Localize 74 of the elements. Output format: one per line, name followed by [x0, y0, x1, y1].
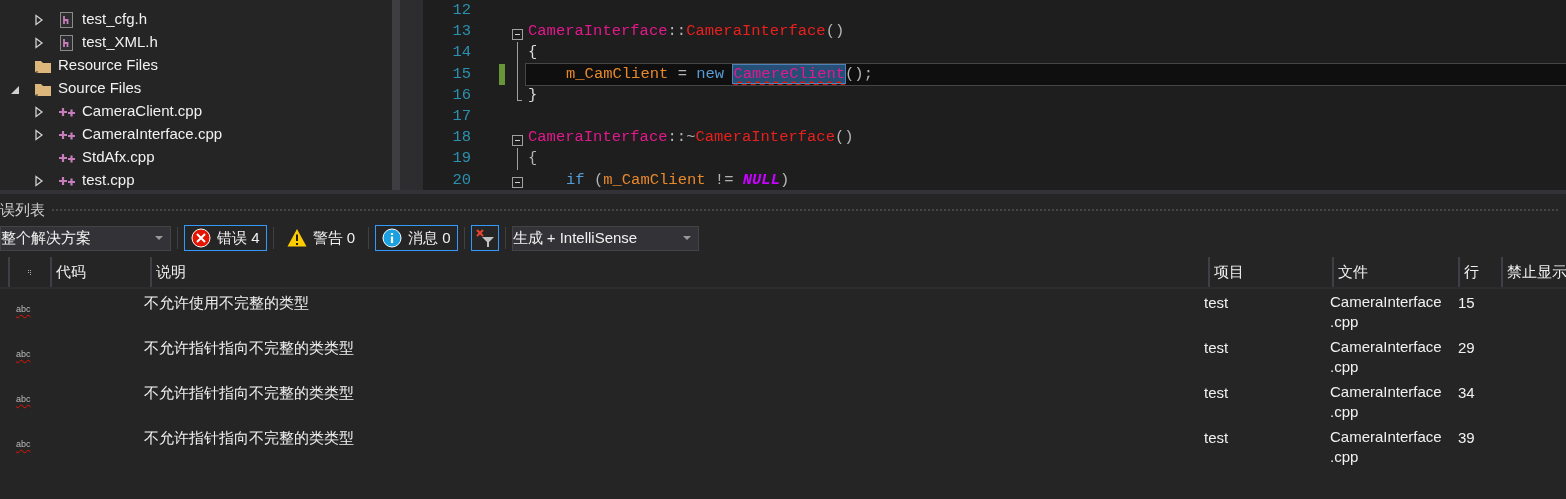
column-header[interactable]: 文件 [1332, 257, 1458, 287]
collapsed-arrow-icon[interactable] [34, 36, 44, 49]
warning-icon [286, 228, 307, 248]
file-name: CameraInterface.cpp [82, 124, 223, 145]
code-line: if (m_CamClient != NULL) [565, 169, 791, 190]
info-icon [382, 228, 403, 248]
column-header[interactable]: 行 [1458, 257, 1501, 287]
line-number: 18 [451, 127, 471, 149]
collapsed-arrow-icon[interactable] [34, 13, 44, 26]
dropdown[interactable]: 生成 + IntelliSense [511, 225, 699, 251]
error-icon [191, 228, 211, 248]
error-description: 不允许指针指向不完整的类类型 [144, 338, 354, 358]
line-number: 39 [1458, 428, 1475, 448]
project-name: test [1204, 338, 1229, 358]
collapsed-arrow-icon[interactable] [34, 128, 44, 141]
line-number: 34 [1458, 383, 1475, 403]
code-line: CameraInterface::CameraInterface() [527, 21, 846, 43]
line-number: 12 [451, 0, 471, 21]
error-description: 不允许指针指向不完整的类类型 [144, 383, 354, 403]
column-header[interactable]: 说明 [150, 257, 1208, 287]
line-number: 19 [451, 148, 471, 170]
project-name: test [1204, 293, 1229, 313]
clear-filter-icon [474, 228, 495, 248]
spelling-error-icon: abc [16, 305, 31, 314]
collapse-icon[interactable] [512, 176, 523, 188]
file-name: test.cpp [82, 170, 135, 190]
header-file-icon [58, 11, 76, 28]
file-name: test_XML.h [82, 32, 158, 53]
dropdown-arrow-icon [681, 235, 692, 241]
filter-button[interactable]: 错误 4 [184, 225, 267, 251]
project-name: test [1204, 383, 1229, 403]
error-description: 不允许指针指向不完整的类类型 [144, 428, 354, 448]
error-description: 不允许使用不完整的类型 [144, 293, 309, 313]
code-line: { [527, 42, 539, 64]
line-number: 17 [451, 105, 471, 127]
code-line: } [527, 84, 539, 106]
collapsed-arrow-icon[interactable] [34, 174, 44, 187]
sort-grip-icon [28, 269, 32, 275]
file-name: Resource Files [58, 55, 159, 76]
file-name: CameraInterface.cpp [1330, 292, 1443, 332]
line-number: 14 [451, 42, 471, 64]
code-line: CameraInterface::~CameraInterface() [527, 127, 855, 149]
collapsed-arrow-icon[interactable] [34, 105, 44, 118]
file-name: StdAfx.cpp [82, 147, 155, 168]
file-name: Source Files [58, 78, 142, 99]
file-name: test_cfg.h [82, 9, 148, 30]
file-name: CameraClient.cpp [82, 101, 203, 122]
spelling-error-icon: abc [16, 440, 31, 449]
file-name: CameraInterface.cpp [1330, 337, 1443, 377]
line-number: 13 [451, 21, 471, 43]
panel-title: 误列表 [0, 200, 45, 221]
code-line: { [527, 148, 539, 170]
clear-filter-button[interactable] [470, 225, 499, 251]
header-file-icon [58, 34, 76, 51]
file-name: CameraInterface.cpp [1330, 427, 1443, 467]
filter-button[interactable]: 警告 0 [279, 225, 363, 251]
column-header[interactable]: 项目 [1208, 257, 1332, 287]
spelling-error-icon: abc [16, 395, 31, 404]
scrollbar[interactable] [392, 0, 400, 190]
filter-button[interactable]: 消息 0 [375, 225, 458, 251]
dropdown[interactable]: 整个解决方案 [0, 225, 171, 251]
spelling-error-icon: abc [16, 350, 31, 359]
column-header[interactable]: 代码 [50, 257, 150, 287]
collapse-icon[interactable] [512, 134, 523, 146]
file-name: CameraInterface.cpp [1330, 382, 1443, 422]
line-number: 15 [451, 63, 471, 85]
line-number: 15 [1458, 293, 1475, 313]
line-number: 20 [451, 169, 471, 190]
dropdown-arrow-icon [154, 235, 164, 241]
line-number: 16 [451, 84, 471, 106]
column-header[interactable]: 禁止显示 [1501, 257, 1566, 287]
project-name: test [1204, 428, 1229, 448]
collapse-icon[interactable] [512, 28, 523, 40]
line-number: 29 [1458, 338, 1475, 358]
